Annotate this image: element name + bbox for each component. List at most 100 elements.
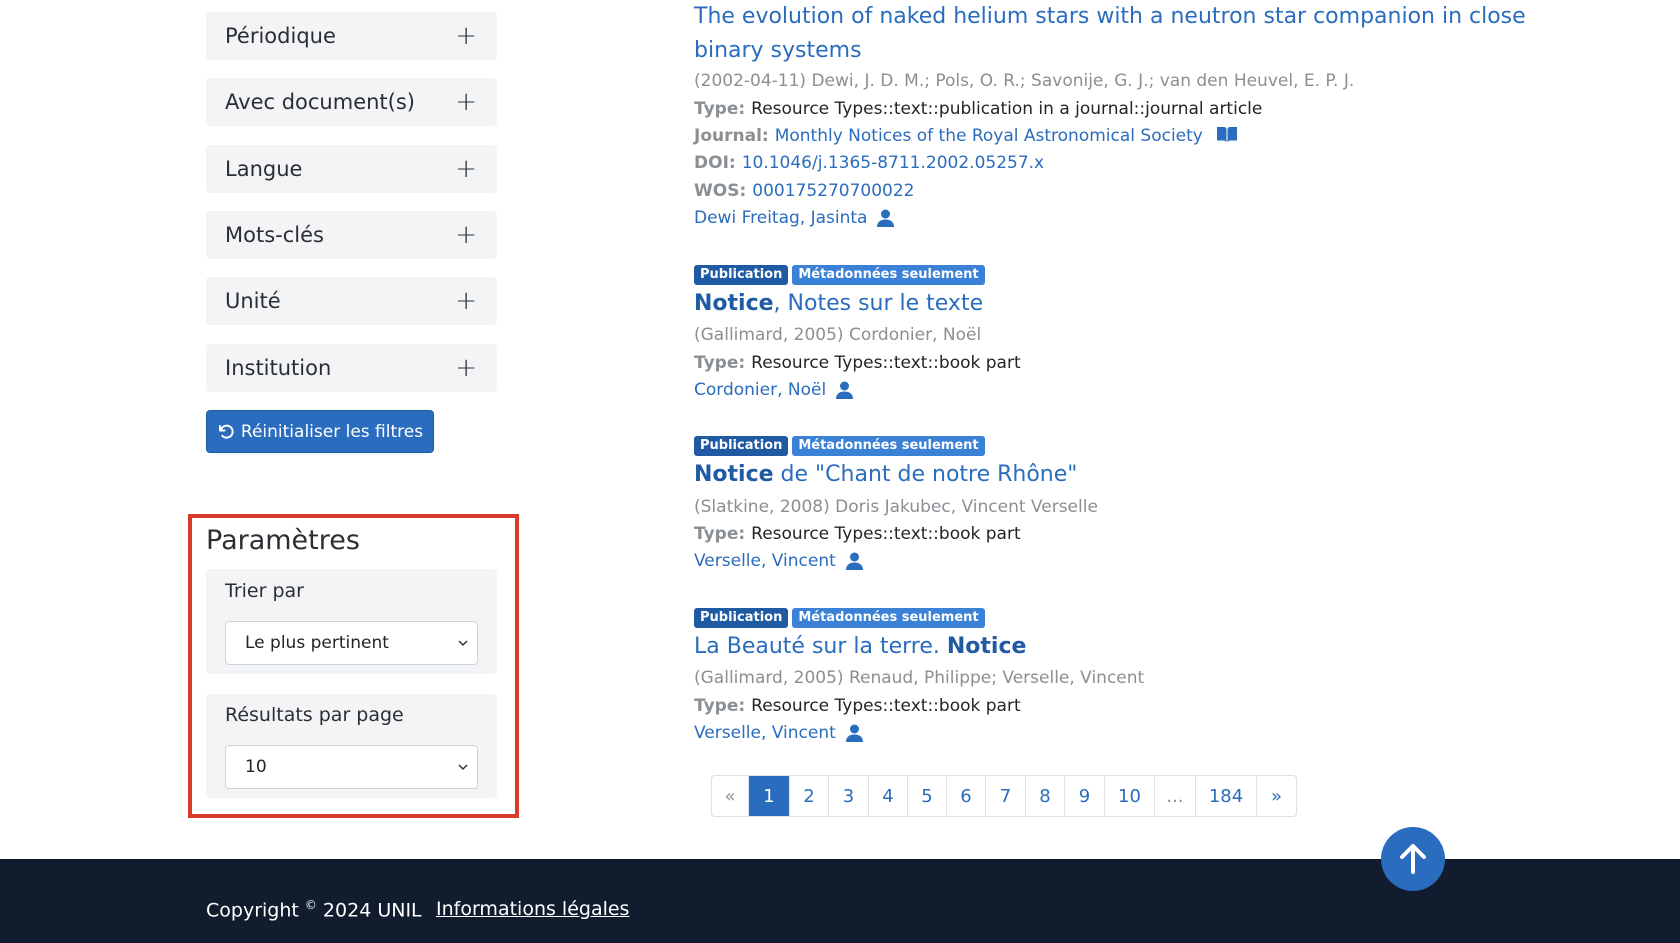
undo-icon	[218, 424, 234, 439]
plus-icon: +	[455, 286, 477, 316]
type-value: Resource Types::text::book part	[751, 353, 1021, 373]
page-next[interactable]: »	[1257, 776, 1296, 816]
sort-label: Trier par	[225, 580, 304, 602]
sort-panel: Trier par Le plus pertinent	[206, 569, 497, 674]
wos-link[interactable]: 000175270700022	[752, 181, 914, 201]
facet-langue[interactable]: Langue +	[206, 145, 497, 193]
plus-icon: +	[455, 220, 477, 250]
facet-unite[interactable]: Unité +	[206, 277, 497, 325]
sort-value: Le plus pertinent	[245, 633, 389, 653]
title-bold: Notice	[694, 291, 774, 316]
page-5[interactable]: 5	[908, 776, 947, 816]
person-icon	[845, 552, 863, 570]
plus-icon: +	[455, 21, 477, 51]
facet-label: Unité	[225, 289, 281, 313]
facet-label: Avec document(s)	[225, 90, 415, 114]
arrow-up-icon	[1400, 844, 1426, 874]
result-author[interactable]: Verselle, Vincent	[694, 723, 863, 743]
title-bold: Notice	[694, 462, 774, 487]
per-page-label: Résultats par page	[225, 704, 404, 726]
page-10[interactable]: 10	[1105, 776, 1155, 816]
page-prev[interactable]: «	[712, 776, 749, 816]
result-title-line: The evolution of naked helium stars with…	[694, 4, 1526, 29]
page-4[interactable]: 4	[869, 776, 908, 816]
per-page-panel: Résultats par page 10	[206, 694, 497, 798]
plus-icon: +	[455, 353, 477, 383]
facet-institution[interactable]: Institution +	[206, 344, 497, 392]
chevron-down-icon	[458, 764, 468, 771]
facet-periodique[interactable]: Périodique +	[206, 12, 497, 60]
per-page-value: 10	[245, 757, 267, 777]
result-author[interactable]: Verselle, Vincent	[694, 551, 863, 571]
page-6[interactable]: 6	[947, 776, 986, 816]
journal-key: Journal:	[694, 126, 769, 146]
book-icon[interactable]	[1216, 126, 1238, 143]
metadata-only-badge: Métadonnées seulement	[792, 608, 985, 628]
result-doi: DOI: 10.1046/j.1365-8711.2002.05257.x	[694, 153, 1044, 173]
back-to-top-button[interactable]	[1381, 827, 1445, 891]
result-wos: WOS: 000175270700022	[694, 181, 915, 201]
result-type: Type: Resource Types::text::book part	[694, 353, 1021, 373]
title-rest: , Notes sur le texte	[773, 291, 984, 316]
pagination: « 1 2 3 4 5 6 7 8 9 10 ... 184 »	[711, 775, 1297, 817]
result-meta: (Slatkine, 2008) Doris Jakubec, Vincent …	[694, 497, 1098, 517]
author-name: Verselle, Vincent	[694, 723, 836, 743]
title-bold: Notice	[946, 634, 1027, 659]
result-title[interactable]: La Beauté sur la terre. Notice	[694, 630, 1026, 664]
reset-filters-label: Réinitialiser les filtres	[240, 421, 424, 442]
chevron-down-icon	[458, 640, 468, 647]
publication-badge: Publication	[694, 608, 789, 628]
type-value: Resource Types::text::book part	[751, 696, 1021, 716]
page-9[interactable]: 9	[1065, 776, 1105, 816]
facet-label: Périodique	[225, 24, 336, 48]
copyright-symbol: ©	[304, 898, 317, 912]
result-badges: Publication Métadonnées seulement	[694, 436, 985, 456]
result-badges: Publication Métadonnées seulement	[694, 265, 985, 285]
plus-icon: +	[455, 87, 477, 117]
result-meta: (Gallimard, 2005) Cordonier, Noël	[694, 325, 982, 345]
journal-link[interactable]: Monthly Notices of the Royal Astronomica…	[775, 126, 1203, 146]
legal-info-link[interactable]: Informations légales	[436, 898, 629, 920]
copyright-pre: Copyright	[206, 899, 305, 922]
author-name: Verselle, Vincent	[694, 551, 836, 571]
publication-badge: Publication	[694, 436, 789, 456]
result-author[interactable]: Dewi Freitag, Jasinta	[694, 208, 895, 228]
type-key: Type:	[694, 353, 746, 373]
author-name: Dewi Freitag, Jasinta	[694, 208, 868, 228]
facet-label: Institution	[225, 356, 332, 380]
result-title[interactable]: The evolution of naked helium stars with…	[694, 0, 1526, 68]
page-8[interactable]: 8	[1026, 776, 1065, 816]
type-key: Type:	[694, 524, 746, 544]
page-ellipsis: ...	[1155, 776, 1196, 816]
result-journal: Journal: Monthly Notices of the Royal Ast…	[694, 126, 1238, 146]
title-rest: La Beauté sur la terre.	[694, 634, 947, 659]
person-icon	[877, 209, 895, 227]
wos-key: WOS:	[694, 181, 747, 201]
type-value: Resource Types::text::book part	[751, 524, 1021, 544]
page-184[interactable]: 184	[1196, 776, 1257, 816]
reset-filters-button[interactable]: Réinitialiser les filtres	[206, 410, 434, 453]
result-title[interactable]: Notice de "Chant de notre Rhône"	[694, 458, 1077, 492]
type-key: Type:	[694, 696, 746, 716]
result-author[interactable]: Cordonier, Noël	[694, 380, 854, 400]
doi-link[interactable]: 10.1046/j.1365-8711.2002.05257.x	[742, 153, 1044, 173]
facet-mots-cles[interactable]: Mots-clés +	[206, 211, 497, 259]
page-2[interactable]: 2	[790, 776, 829, 816]
result-title[interactable]: Notice, Notes sur le texte	[694, 287, 983, 321]
sort-select[interactable]: Le plus pertinent	[225, 621, 478, 665]
plus-icon: +	[455, 154, 477, 184]
result-badges: Publication Métadonnées seulement	[694, 608, 985, 628]
facet-label: Langue	[225, 157, 303, 181]
result-title-line: binary systems	[694, 38, 862, 63]
facet-avec-documents[interactable]: Avec document(s) +	[206, 78, 497, 126]
page-3[interactable]: 3	[829, 776, 869, 816]
result-type: Type: Resource Types::text::book part	[694, 696, 1021, 716]
page-1[interactable]: 1	[749, 776, 790, 816]
page-7[interactable]: 7	[986, 776, 1026, 816]
facet-label: Mots-clés	[225, 223, 324, 247]
person-icon	[845, 724, 863, 742]
per-page-select[interactable]: 10	[225, 745, 478, 789]
metadata-only-badge: Métadonnées seulement	[792, 436, 985, 456]
type-value: Resource Types::text::publication in a j…	[751, 99, 1263, 119]
result-type: Type: Resource Types::text::publication i…	[694, 99, 1262, 119]
